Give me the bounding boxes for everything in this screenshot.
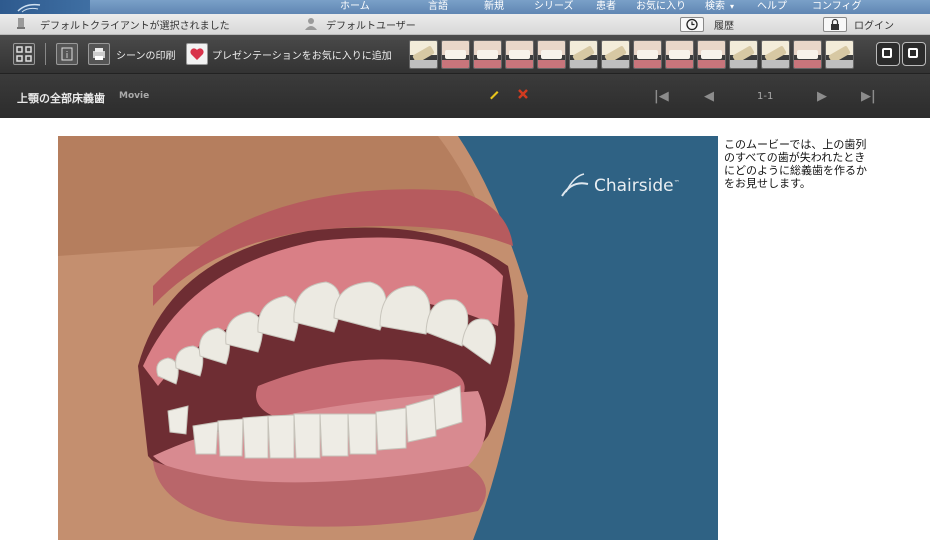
login-button[interactable]: [823, 17, 847, 32]
expand-icon: [882, 48, 892, 58]
menu-home[interactable]: ホーム: [340, 0, 370, 14]
movie-player[interactable]: Chairside™: [58, 136, 718, 540]
menu-help[interactable]: ヘルプ: [757, 0, 787, 14]
movie-description: このムービーでは、上の歯列のすべての歯が失われたときにどのように総義歯を作るかを…: [724, 138, 867, 190]
scene-thumbnail[interactable]: [441, 40, 470, 69]
presentation-title: 上顎の全部床義歯: [17, 92, 105, 105]
history-label[interactable]: 履歴: [714, 17, 734, 32]
print-scene-label[interactable]: シーンの印刷: [116, 47, 176, 62]
last-page-arrow-icon[interactable]: ▶|: [861, 89, 876, 104]
scene-thumbnail[interactable]: [697, 40, 726, 69]
add-favorite-button[interactable]: [186, 43, 208, 65]
scene-thumbnail[interactable]: [537, 40, 566, 69]
menu-patient[interactable]: 患者: [596, 0, 616, 14]
menu-search-dropdown-icon[interactable]: ▾: [730, 0, 734, 14]
presentation-title-bar: 上顎の全部床義歯 Movie |◀ ◀ 1-1 ▶ ▶|: [0, 74, 930, 118]
chairside-logo-icon: [561, 173, 589, 197]
delete-x-icon[interactable]: [517, 88, 529, 100]
scene-thumbnail[interactable]: [505, 40, 534, 69]
clock-icon: [686, 18, 698, 31]
toolbar-divider: [45, 43, 46, 65]
menu-language[interactable]: 言語: [428, 0, 448, 14]
chairside-brand: Chairside™: [594, 176, 680, 196]
presentation-type: Movie: [119, 91, 150, 101]
login-label[interactable]: ログイン: [854, 17, 894, 32]
scene-thumbnail[interactable]: [793, 40, 822, 69]
menu-search[interactable]: 検索: [705, 0, 725, 14]
svg-text:i: i: [66, 51, 69, 61]
heart-icon: [190, 48, 204, 60]
film-icon: [908, 48, 918, 58]
status-bar: デフォルトクライアントが選択されました デフォルトユーザー 履歴 ログイン: [0, 14, 930, 35]
scene-thumbnail[interactable]: [825, 40, 854, 69]
menu-config[interactable]: コンフィグ: [812, 0, 862, 14]
user-status-text: デフォルトユーザー: [326, 21, 416, 32]
menu-series[interactable]: シリーズ: [534, 0, 574, 14]
client-icon: [17, 18, 25, 29]
previous-page-arrow-icon[interactable]: ◀: [704, 89, 714, 104]
scene-thumbnail[interactable]: [473, 40, 502, 69]
first-page-arrow-icon[interactable]: |◀: [654, 89, 669, 104]
history-button[interactable]: [680, 17, 704, 32]
menu-new[interactable]: 新規: [484, 0, 504, 14]
client-status-text: デフォルトクライアントが選択されました: [40, 21, 230, 32]
scene-thumbnail[interactable]: [633, 40, 662, 69]
menu-favorites[interactable]: お気に入り: [636, 0, 686, 14]
print-button[interactable]: [88, 43, 110, 65]
next-page-arrow-icon[interactable]: ▶: [817, 89, 827, 104]
lock-icon: [831, 18, 839, 30]
presentation-toolbar: i シーンの印刷 プレゼンテーションをお気に入りに追加: [0, 35, 930, 74]
scene-thumbnail[interactable]: [409, 40, 438, 69]
scene-thumbnail[interactable]: [569, 40, 598, 69]
collapse-icon: [16, 46, 32, 62]
scene-thumbnail[interactable]: [601, 40, 630, 69]
top-navigation-bar: ホーム 言語 新規 シリーズ 患者 お気に入り 検索 ▾ ヘルプ コンフィグ: [0, 0, 930, 14]
edit-pencil-icon[interactable]: [488, 88, 500, 100]
fullscreen-toggle-button[interactable]: [13, 43, 35, 65]
scene-thumbnail[interactable]: [729, 40, 758, 69]
printer-icon: [93, 48, 105, 60]
scene-thumbnail[interactable]: [761, 40, 790, 69]
info-icon: i: [61, 47, 73, 61]
expand-view-button[interactable]: [876, 42, 900, 66]
info-button[interactable]: i: [56, 43, 78, 65]
user-icon: [305, 18, 317, 30]
app-logo: [0, 0, 90, 14]
movie-mode-button[interactable]: [902, 42, 926, 66]
page-indicator: 1-1: [757, 91, 774, 102]
add-favorite-label[interactable]: プレゼンテーションをお気に入りに追加: [212, 47, 392, 62]
dental-animation-frame: [58, 136, 528, 540]
scene-thumbnail[interactable]: [665, 40, 694, 69]
